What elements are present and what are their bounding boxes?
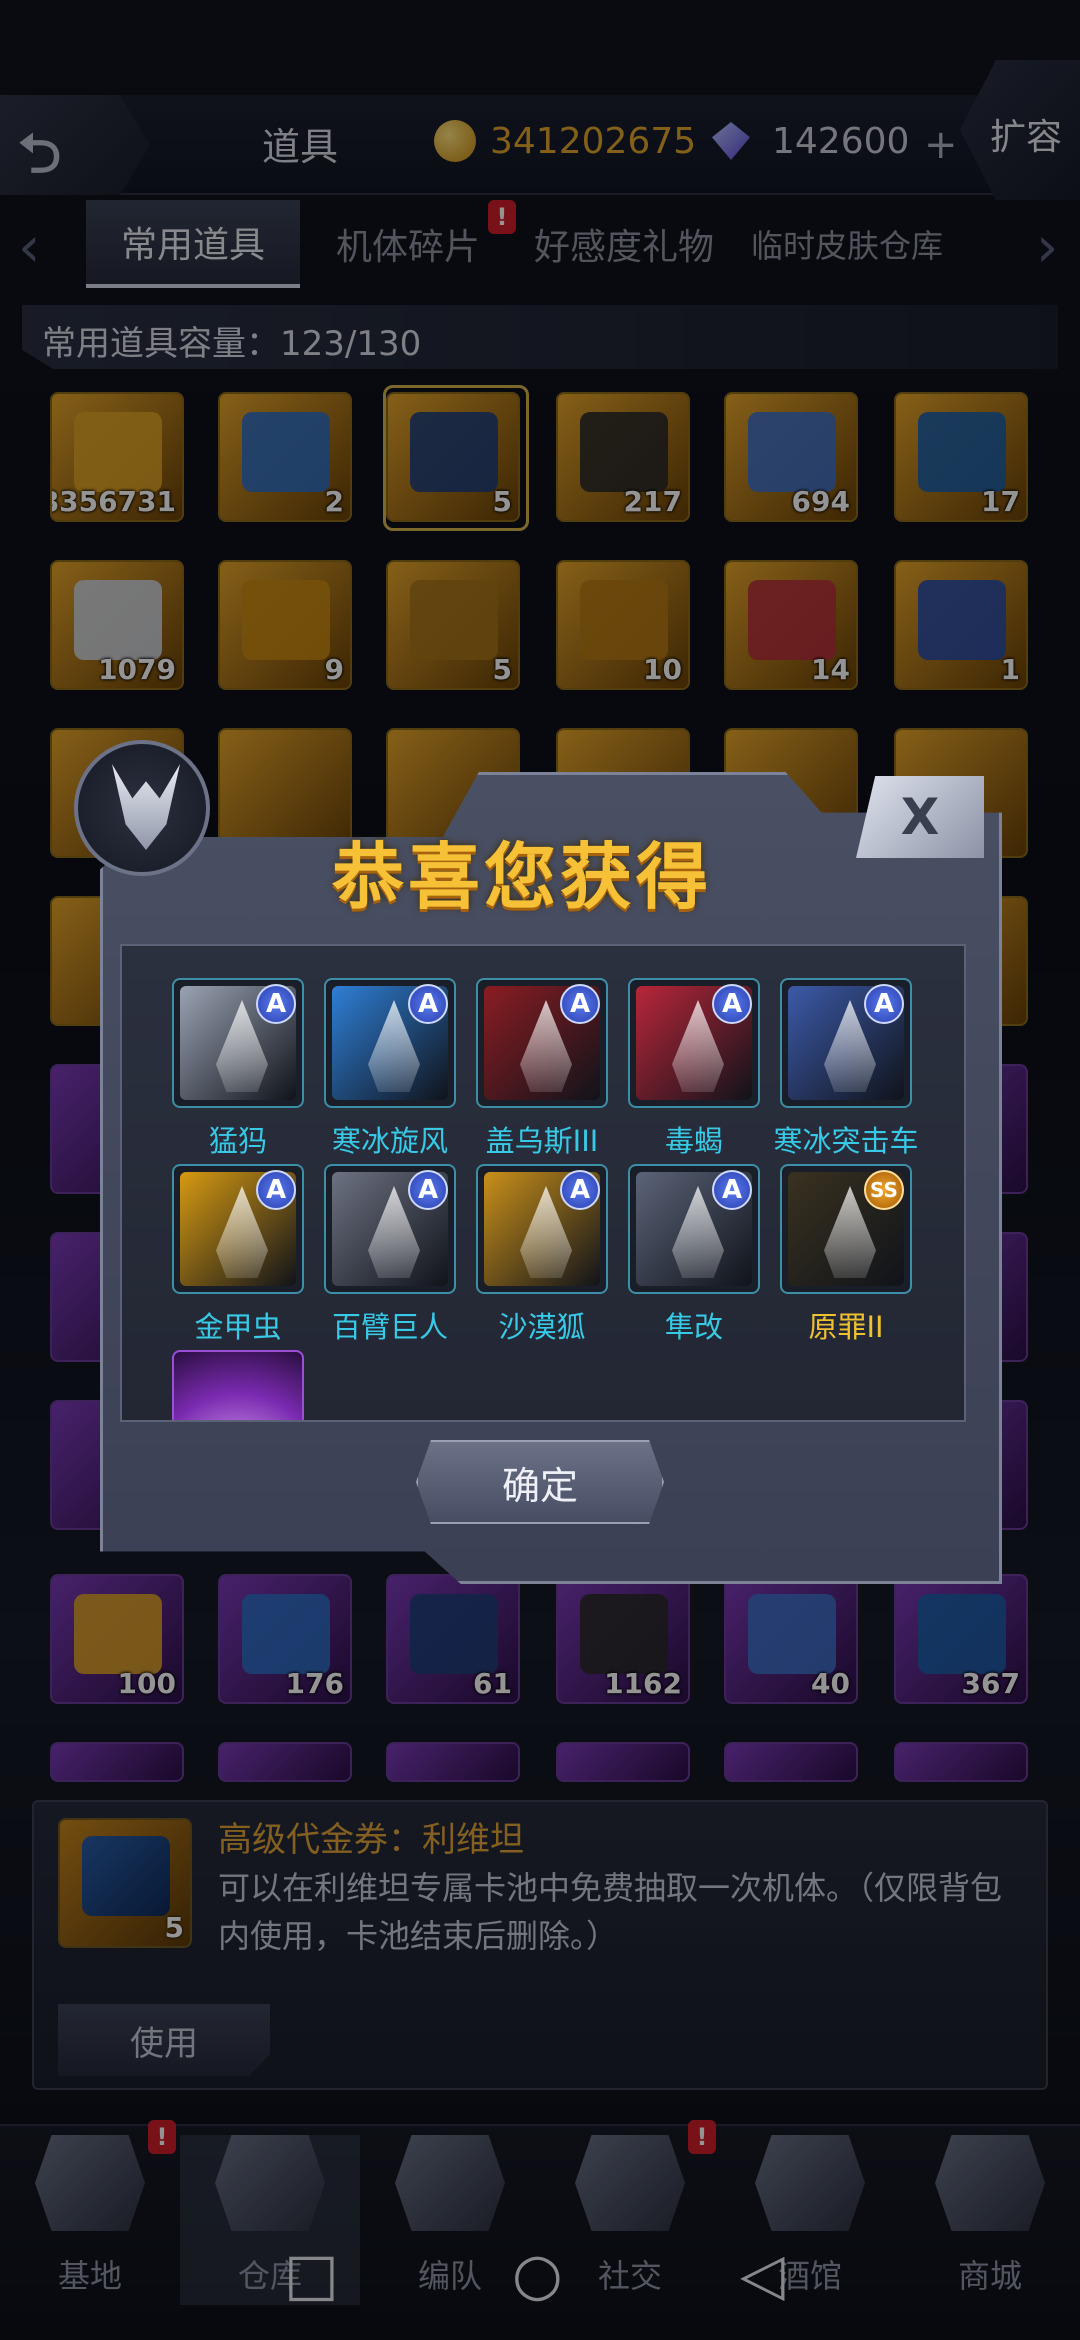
- reward-name: 盖乌斯III: [485, 1124, 599, 1158]
- reward-name: 原罪II: [808, 1310, 884, 1344]
- reward-name: 毒蝎: [664, 1124, 723, 1158]
- reward-name: 隼改: [664, 1310, 723, 1344]
- reward-item[interactable]: A 寒冰旋风: [324, 978, 456, 1160]
- reward-name: 寒冰旋风: [331, 1124, 448, 1158]
- grade-badge: A: [560, 984, 600, 1024]
- reward-item[interactable]: A 百臂巨人: [324, 1164, 456, 1346]
- grade-badge: A: [864, 984, 904, 1024]
- reward-item[interactable]: A 沙漠狐: [476, 1164, 608, 1346]
- grade-badge: SS: [864, 1170, 904, 1210]
- reward-list: A 猛犸 A 寒冰旋风 A 盖乌斯III A 毒蝎 A 寒冰突击车 A 金甲虫 A 百臂巨人 A 沙漠狐 A 隼改…: [120, 944, 966, 1422]
- reward-item[interactable]: A 隼改: [628, 1164, 760, 1346]
- emblem-icon: [74, 740, 210, 876]
- reward-item[interactable]: A 猛犸: [172, 978, 304, 1160]
- reward-item[interactable]: A 毒蝎: [628, 978, 760, 1160]
- reward-item-partial[interactable]: [172, 1350, 304, 1420]
- grade-badge: A: [712, 1170, 752, 1210]
- grade-badge: A: [408, 984, 448, 1024]
- reward-item[interactable]: SS 原罪II: [780, 1164, 912, 1346]
- reward-frame: A: [172, 978, 304, 1108]
- grade-badge: A: [256, 984, 296, 1024]
- confirm-button[interactable]: 确定: [416, 1440, 664, 1524]
- reward-frame: A: [324, 1164, 456, 1294]
- reward-item[interactable]: A 金甲虫: [172, 1164, 304, 1346]
- grade-badge: A: [408, 1170, 448, 1210]
- reward-frame: SS: [780, 1164, 912, 1294]
- reward-item[interactable]: A 寒冰突击车: [773, 978, 919, 1160]
- grade-badge: A: [712, 984, 752, 1024]
- reward-name: 百臂巨人: [331, 1310, 448, 1344]
- reward-name: 金甲虫: [194, 1310, 282, 1344]
- modal-title: 恭喜您获得: [332, 835, 713, 919]
- reward-item[interactable]: A 盖乌斯III: [476, 978, 608, 1160]
- reward-name: 猛犸: [208, 1124, 267, 1158]
- grade-badge: A: [560, 1170, 600, 1210]
- reward-name: 沙漠狐: [498, 1310, 586, 1344]
- reward-frame: A: [628, 1164, 760, 1294]
- grade-badge: A: [256, 1170, 296, 1210]
- reward-frame: A: [476, 978, 608, 1108]
- reward-frame: A: [324, 978, 456, 1108]
- reward-frame: A: [780, 978, 912, 1108]
- reward-frame: [172, 1350, 304, 1420]
- close-button[interactable]: X: [856, 776, 984, 858]
- horned-mask-icon: [112, 764, 180, 850]
- reward-frame: A: [628, 978, 760, 1108]
- reward-name: 寒冰突击车: [773, 1124, 919, 1158]
- reward-frame: A: [476, 1164, 608, 1294]
- reward-frame: A: [172, 1164, 304, 1294]
